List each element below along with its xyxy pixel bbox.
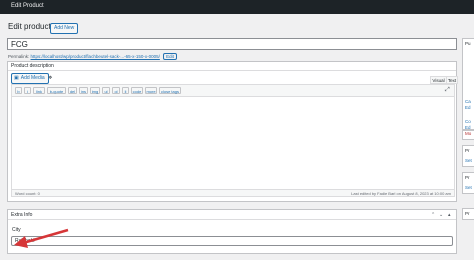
sidebar-red-link-box: Mo: [462, 130, 474, 140]
editor-textarea[interactable]: [12, 97, 454, 190]
admin-top-bar: Edit Product: [0, 0, 474, 14]
sidebar-item-6: Pr: [465, 148, 470, 153]
permalink-label: Permalink:: [8, 54, 30, 59]
quicktag-ol-button[interactable]: ol: [112, 87, 120, 94]
sidebar-item-5[interactable]: Mo: [465, 131, 471, 136]
topbar-title: Edit Product: [11, 3, 44, 9]
sidebar-item-2[interactable]: Ed: [465, 105, 471, 110]
editor-frame: b i link b-quote del ins img ul ol li co…: [11, 84, 455, 197]
quicktag-code-button[interactable]: code: [131, 87, 143, 94]
sidebar-item-0: Pu: [465, 41, 471, 46]
quicktag-more-button[interactable]: more: [145, 87, 157, 94]
product-description-heading: Product description: [8, 62, 456, 71]
quicktags-toolbar: b i link b-quote del ins img ul ol li co…: [12, 85, 454, 97]
publish-box: Pu Ca Ed Co Ed: [462, 38, 474, 130]
sidebar-box-2: Pr Set: [462, 145, 474, 167]
move-down-icon[interactable]: ⌄: [439, 211, 443, 219]
quicktag-bold-button[interactable]: b: [15, 87, 22, 94]
move-up-icon[interactable]: ⌃: [431, 211, 435, 219]
quicktag-ul-button[interactable]: ul: [102, 87, 110, 94]
page-title: Edit product: [8, 22, 51, 31]
product-title-input[interactable]: FCG: [7, 38, 457, 50]
sidebar-box-4: Pr: [462, 208, 474, 220]
quicktag-del-button[interactable]: del: [68, 87, 77, 94]
media-icon: ▣: [14, 75, 19, 81]
sidebar-item-10: Pr: [465, 211, 470, 216]
editor-status-bar: Word count: 0 Last edited by Fadie Barl …: [12, 189, 454, 196]
sidebar-item-7[interactable]: Set: [465, 158, 472, 163]
sidebar-box-3: Pr Set: [462, 172, 474, 194]
permalink-row: Permalink: https://localhost/wp/product/…: [8, 53, 177, 60]
quicktag-img-button[interactable]: img: [90, 87, 100, 94]
quicktag-close-tags-button[interactable]: close tags: [159, 87, 181, 94]
extra-info-heading: Extra Info: [8, 210, 456, 220]
help-icon[interactable]: ❖: [48, 75, 52, 81]
product-description-panel: Product description ▣ Add Media ❖ Visual …: [7, 61, 458, 202]
word-count: Word count: 0: [15, 191, 40, 196]
right-sidebar: Pu Ca Ed Co Ed Mo Pr Set Pr Set Pr: [462, 0, 474, 260]
permalink-url[interactable]: https://localhost/wp/product/flachbeutel…: [31, 54, 160, 59]
city-input[interactable]: Rajshahi: [11, 236, 453, 246]
fullscreen-icon[interactable]: ⤢: [445, 87, 450, 94]
sidebar-item-9[interactable]: Set: [465, 185, 472, 190]
quicktag-ins-button[interactable]: ins: [79, 87, 88, 94]
permalink-edit-button[interactable]: Edit: [163, 53, 177, 60]
last-edited-info: Last edited by Fadie Barl on August 8, 2…: [351, 191, 451, 196]
quicktag-bquote-button[interactable]: b-quote: [47, 87, 66, 94]
extra-info-panel: Extra Info ⌃ ⌄ ▴ City Rajshahi: [7, 209, 457, 254]
quicktag-li-button[interactable]: li: [122, 87, 129, 94]
city-label: City: [12, 227, 21, 233]
add-media-button[interactable]: ▣ Add Media: [11, 73, 49, 84]
sidebar-item-1[interactable]: Ca: [465, 99, 471, 104]
quicktag-italic-button[interactable]: i: [24, 87, 31, 94]
tab-text[interactable]: Text: [447, 76, 458, 84]
sidebar-item-3[interactable]: Co: [465, 119, 471, 124]
tab-visual[interactable]: Visual: [430, 76, 447, 84]
toggle-panel-icon[interactable]: ▴: [448, 211, 451, 219]
add-media-label: Add Media: [20, 75, 45, 81]
quicktag-link-button[interactable]: link: [33, 87, 45, 94]
add-new-button[interactable]: Add New: [50, 23, 79, 34]
sidebar-item-8: Pr: [465, 175, 470, 180]
